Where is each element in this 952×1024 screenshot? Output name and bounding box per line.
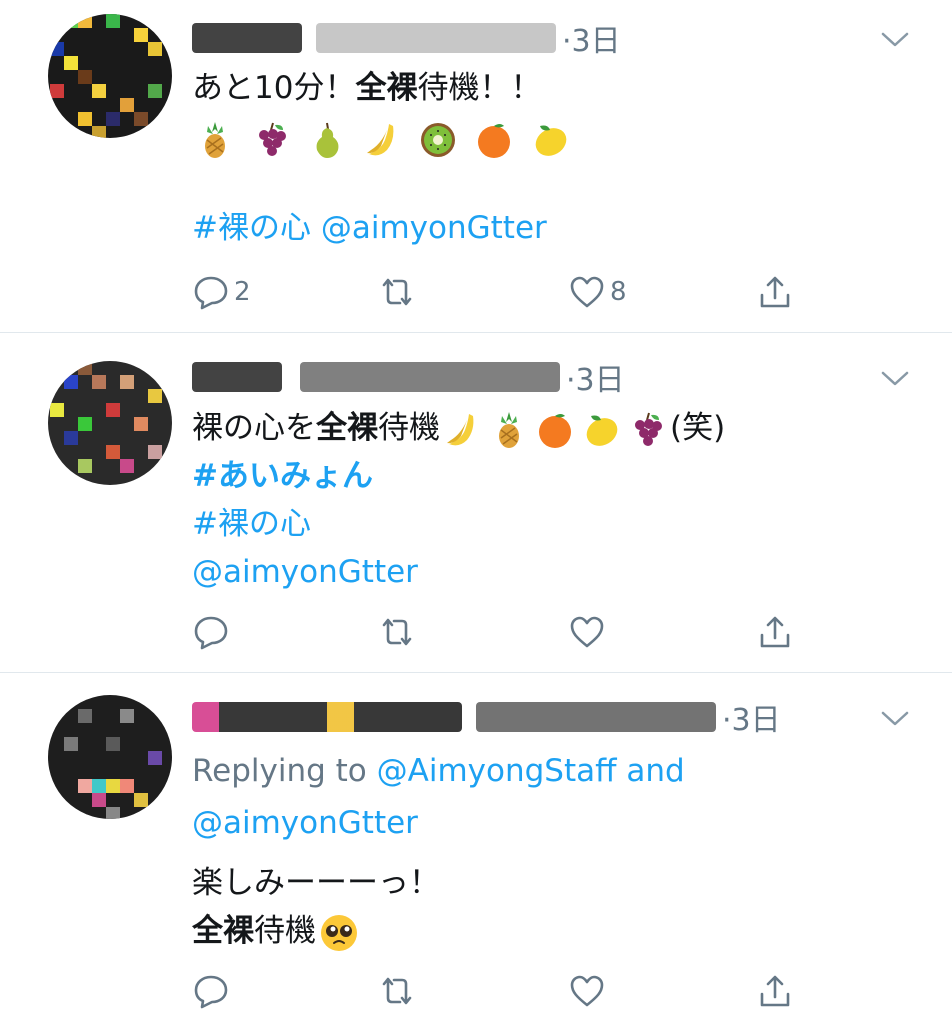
tweet-actions: 2 8 [192, 268, 832, 316]
tweet-text: あと10分！ [192, 70, 356, 106]
tweet-text-bold: 全裸 [316, 410, 378, 446]
reply-button[interactable]: 2 [192, 268, 251, 316]
tweet-text-bold: 全裸 [355, 70, 418, 106]
redacted-display-name[interactable] [192, 702, 462, 732]
tweet-text: 待機 [254, 913, 316, 949]
share-icon [760, 975, 790, 1007]
share-button[interactable] [756, 967, 794, 1015]
redacted-handle [316, 23, 556, 53]
kiwi-icon [421, 122, 456, 157]
tweet-body: Replying to @AimyongStaff and @aimyonGtt… [192, 745, 912, 955]
share-icon [760, 616, 790, 648]
tweet-3[interactable]: ·3日 Replying to @AimyongStaff and @aimyo… [0, 673, 952, 1024]
share-button[interactable] [756, 608, 794, 656]
share-button[interactable] [756, 268, 794, 316]
orange-icon [539, 413, 571, 448]
redacted-display-name[interactable] [192, 23, 302, 53]
grapes-icon [258, 122, 286, 156]
tweet-text: 待機！！ [417, 70, 542, 106]
banana-icon [447, 413, 474, 445]
chevron-down-icon[interactable] [880, 709, 910, 729]
tweet-text: (笑) [670, 410, 726, 446]
replying-to-label: Replying to [192, 753, 377, 789]
tweet-header: ·3日 [192, 16, 621, 60]
like-button[interactable] [568, 967, 606, 1015]
timestamp[interactable]: ·3日 [562, 16, 621, 60]
share-icon [760, 276, 790, 308]
mention-link[interactable]: @aimyonGtter [192, 554, 418, 590]
redacted-handle [300, 362, 560, 392]
retweet-button[interactable] [378, 268, 416, 316]
grapes-icon [635, 412, 662, 446]
tweet-1[interactable]: ·3日 あと10分！全裸待機！！ #裸の心 @aimyonGtter 2 8 [0, 0, 952, 332]
like-button[interactable] [568, 608, 606, 656]
timestamp[interactable]: ·3日 [566, 355, 625, 399]
replying-to-line: Replying to @AimyongStaff and [192, 745, 912, 797]
timestamp[interactable]: ·3日 [722, 695, 781, 739]
hashtag-link[interactable]: #あいみょん [192, 458, 373, 494]
tweet-text-bold: 全裸 [192, 913, 254, 949]
like-button[interactable]: 8 [568, 268, 627, 316]
retweet-button[interactable] [378, 967, 416, 1015]
retweet-icon [382, 977, 412, 1005]
mention-link[interactable]: @aimyonGtter [192, 805, 418, 841]
tweet-actions [192, 967, 832, 1015]
retweet-icon [382, 618, 412, 646]
like-count: 8 [610, 277, 627, 307]
pineapple-icon [499, 411, 519, 448]
heart-icon [570, 616, 604, 648]
tweet-text: 楽しみーーーっ！ [192, 865, 440, 901]
chevron-down-icon[interactable] [880, 369, 910, 389]
chevron-down-icon[interactable] [880, 30, 910, 50]
reply-icon [194, 975, 228, 1009]
pear-icon [316, 122, 339, 158]
pineapple-icon [205, 121, 225, 158]
tweet-body: あと10分！全裸待機！！ #裸の心 @aimyonGtter [192, 64, 912, 252]
avatar[interactable] [48, 361, 172, 485]
mention-link[interactable]: @AimyongStaff and [377, 753, 685, 789]
reply-count: 2 [234, 277, 251, 307]
heart-icon [570, 975, 604, 1007]
reply-icon [194, 616, 228, 650]
pleading-face-icon [321, 914, 357, 951]
lemon-icon [586, 415, 618, 446]
tweet-body: 裸の心を全裸待機 (笑) #あいみょん #裸の心 @aimyonGtter [192, 404, 912, 596]
avatar[interactable] [48, 695, 172, 819]
redacted-handle [476, 702, 716, 732]
tweet-2[interactable]: ·3日 裸の心を全裸待機 (笑) #あいみょん #裸の心 @aimyonGtter [0, 333, 952, 672]
redacted-display-name[interactable] [192, 362, 282, 392]
lemon-icon [535, 125, 567, 156]
avatar[interactable] [48, 14, 172, 138]
reply-icon [194, 276, 228, 310]
hashtag-link[interactable]: #裸の心 [192, 506, 311, 542]
tweet-header: ·3日 [192, 355, 625, 399]
reply-button[interactable] [192, 967, 230, 1015]
reply-button[interactable] [192, 608, 230, 656]
banana-icon [366, 123, 393, 155]
retweet-icon [382, 278, 412, 306]
heart-icon [570, 276, 604, 308]
tweet-header: ·3日 [192, 695, 781, 739]
hashtag-link[interactable]: #裸の心 [192, 210, 311, 246]
tweet-actions [192, 608, 832, 656]
tweet-text: 裸の心を [192, 410, 316, 446]
mention-link[interactable]: @aimyonGtter [321, 210, 547, 246]
emoji-row [192, 114, 912, 162]
orange-icon [478, 123, 511, 158]
retweet-button[interactable] [378, 608, 416, 656]
tweet-text: 待機 [378, 410, 440, 446]
